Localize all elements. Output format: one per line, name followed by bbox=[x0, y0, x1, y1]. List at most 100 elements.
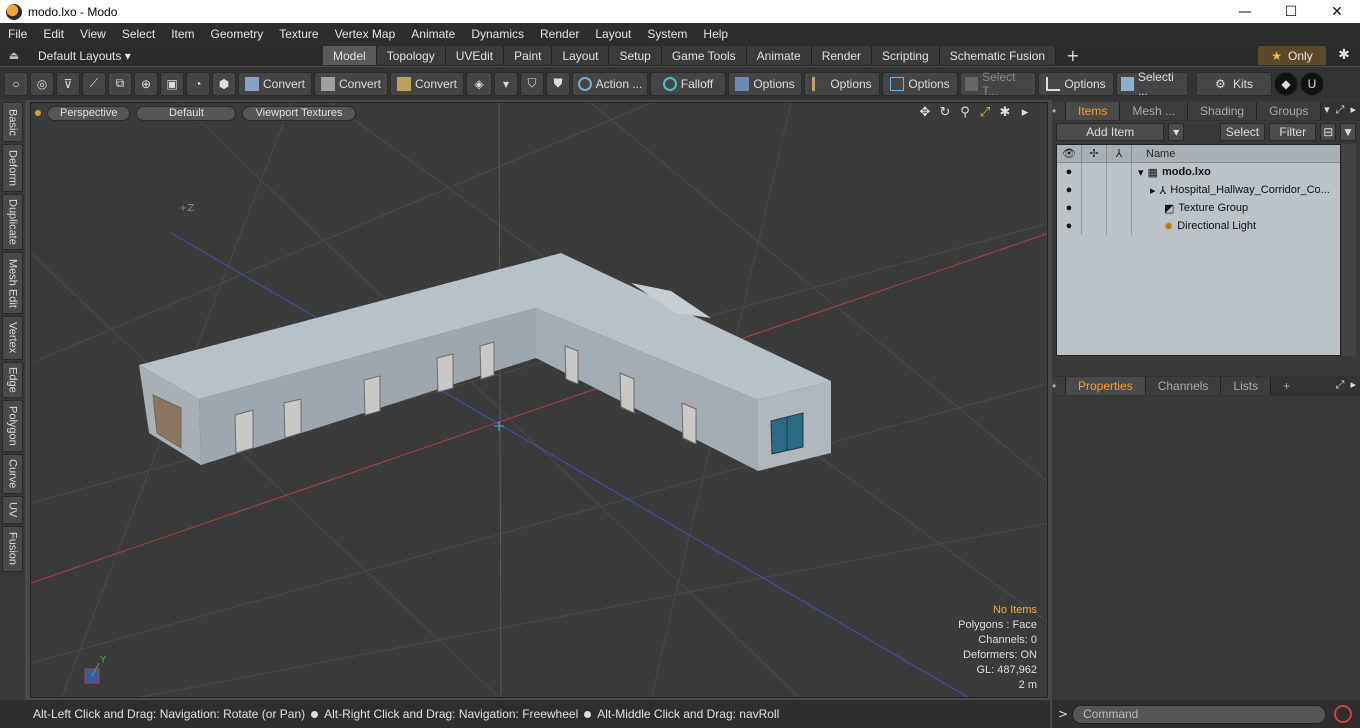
vtab-edge[interactable]: Edge bbox=[2, 362, 23, 398]
eye-icon[interactable]: ● bbox=[1057, 199, 1082, 217]
eye-icon[interactable]: ● bbox=[1057, 181, 1082, 199]
select-centers-icon[interactable]: ▣ bbox=[160, 71, 184, 96]
tab-scripting[interactable]: Scripting bbox=[872, 46, 940, 65]
selection-sets-button[interactable]: Selecti ... bbox=[1116, 70, 1188, 98]
panel-menu-dot[interactable]: • bbox=[1052, 377, 1066, 395]
chevron-right-icon[interactable]: ▸ bbox=[1017, 105, 1033, 120]
vtab-duplicate[interactable]: Duplicate bbox=[2, 194, 23, 250]
add-panel-tab[interactable]: + bbox=[1271, 377, 1302, 395]
list-item[interactable]: ● ◩ Texture Group bbox=[1057, 199, 1340, 217]
select-vertices-icon[interactable]: ○ bbox=[4, 71, 28, 96]
chevron-right-icon[interactable]: ▸ bbox=[1350, 103, 1356, 117]
menu-help[interactable]: Help bbox=[695, 27, 736, 41]
action-center-button[interactable]: Action ... bbox=[572, 71, 648, 96]
lock-header-icon[interactable]: ✢ bbox=[1082, 144, 1107, 163]
vtab-deform[interactable]: Deform bbox=[2, 144, 23, 192]
shield-icon[interactable]: ⬢ bbox=[212, 71, 236, 96]
tab-model[interactable]: Model bbox=[323, 46, 377, 65]
tab-channels[interactable]: Channels bbox=[1145, 377, 1222, 395]
type-header-icon[interactable]: ⅄ bbox=[1107, 144, 1132, 163]
minimize-button[interactable]: — bbox=[1222, 0, 1268, 23]
fit-icon[interactable]: ⤢ bbox=[977, 105, 993, 120]
vtab-uv[interactable]: UV bbox=[2, 496, 23, 524]
falloff-button[interactable]: Falloff bbox=[650, 71, 726, 96]
only-toggle[interactable]: ★ Only bbox=[1258, 46, 1326, 65]
shading-dropdown[interactable]: Default bbox=[136, 105, 237, 121]
tab-properties[interactable]: Properties bbox=[1066, 377, 1146, 395]
convert-polygons-button[interactable]: Convert bbox=[390, 71, 464, 96]
workplane-icon[interactable]: ⛊ bbox=[546, 71, 570, 96]
menu-item[interactable]: Item bbox=[163, 27, 202, 41]
tab-schematic-fusion[interactable]: Schematic Fusion bbox=[939, 46, 1057, 65]
record-macro-icon[interactable] bbox=[1334, 705, 1352, 723]
list-item[interactable]: ● ✹ Directional Light bbox=[1057, 217, 1340, 235]
funnel-icon[interactable]: ▼ bbox=[1340, 123, 1357, 141]
menu-render[interactable]: Render bbox=[532, 27, 587, 41]
workplane-options-button[interactable]: Options bbox=[882, 71, 958, 96]
gear-icon[interactable]: ✱ bbox=[1335, 47, 1353, 65]
zoom-icon[interactable]: ⚲ bbox=[957, 105, 973, 120]
menu-vertex-map[interactable]: Vertex Map bbox=[327, 27, 404, 41]
close-button[interactable]: ✕ bbox=[1314, 0, 1360, 23]
snapping-options-button[interactable]: Options bbox=[804, 71, 880, 96]
tab-items[interactable]: Items bbox=[1066, 102, 1121, 120]
tab-shading[interactable]: Shading bbox=[1188, 102, 1258, 120]
visibility-header-icon[interactable]: 👁 bbox=[1057, 144, 1082, 163]
tab-topology[interactable]: Topology bbox=[376, 46, 446, 65]
chevron-down-icon[interactable]: ▾ bbox=[1324, 103, 1330, 117]
panel-menu-dot[interactable]: • bbox=[1052, 102, 1066, 120]
view-type-dropdown[interactable]: Perspective bbox=[47, 105, 131, 121]
viewport-textures-dropdown[interactable]: Viewport Textures bbox=[242, 105, 356, 121]
tab-lists[interactable]: Lists bbox=[1221, 377, 1272, 395]
name-column-header[interactable]: Name bbox=[1132, 148, 1175, 160]
tab-setup[interactable]: Setup bbox=[609, 46, 662, 65]
command-input[interactable]: Command bbox=[1072, 704, 1326, 724]
tab-animate[interactable]: Animate bbox=[746, 46, 812, 65]
tab-game-tools[interactable]: Game Tools bbox=[661, 46, 747, 65]
expand-arrow-icon[interactable]: ▾ bbox=[1138, 166, 1144, 179]
menu-animate[interactable]: Animate bbox=[403, 27, 463, 41]
unity-icon[interactable]: ◆ bbox=[1274, 71, 1298, 96]
select-items-icon[interactable]: ⟋ bbox=[82, 71, 106, 96]
tab-layout[interactable]: Layout bbox=[552, 46, 610, 65]
snap-icon[interactable]: ⛉ bbox=[520, 71, 544, 96]
vtab-polygon[interactable]: Polygon bbox=[2, 400, 23, 452]
layouts-dropdown[interactable]: Default Layouts ▾ bbox=[28, 49, 323, 63]
kits-button[interactable]: ⚙ Kits bbox=[1196, 71, 1272, 96]
add-item-button[interactable]: Add Item bbox=[1056, 123, 1165, 141]
eye-icon[interactable]: ● bbox=[1057, 217, 1082, 235]
unreal-icon[interactable]: U bbox=[1300, 71, 1324, 96]
tab-paint[interactable]: Paint bbox=[504, 46, 553, 65]
maximize-button[interactable]: ☐ bbox=[1268, 0, 1314, 23]
expand-arrow-icon[interactable]: ▸ bbox=[1150, 184, 1156, 197]
tab-mesh[interactable]: Mesh ... bbox=[1120, 102, 1189, 120]
menu-system[interactable]: System bbox=[639, 27, 695, 41]
item-list-scrollbar[interactable] bbox=[1342, 144, 1356, 356]
vtab-fusion[interactable]: Fusion bbox=[2, 526, 23, 572]
tab-render[interactable]: Render bbox=[811, 46, 873, 65]
item-list[interactable]: 👁 ✢ ⅄ Name ● ▾ ▦ modo.lxo ● ▸ ⅄ Hospital_Hal… bbox=[1056, 144, 1341, 356]
selection-options-button[interactable]: Options bbox=[1038, 71, 1114, 96]
eye-icon[interactable]: ● bbox=[1057, 163, 1082, 181]
vtab-basic[interactable]: Basic bbox=[2, 102, 23, 142]
chevron-right-icon[interactable]: ▸ bbox=[1350, 378, 1356, 392]
vtab-curve[interactable]: Curve bbox=[2, 454, 23, 494]
menu-file[interactable]: File bbox=[0, 27, 35, 41]
select-materials-icon[interactable]: ⧉ bbox=[108, 71, 132, 96]
menu-geometry[interactable]: Geometry bbox=[203, 27, 272, 41]
tab-groups[interactable]: Groups bbox=[1257, 102, 1322, 120]
convert-vertices-button[interactable]: Convert bbox=[238, 71, 312, 96]
expand-icon[interactable]: ⤢ bbox=[1336, 378, 1345, 392]
convert-edges-button[interactable]: Convert bbox=[314, 71, 388, 96]
tab-uvedit[interactable]: UVEdit bbox=[445, 46, 505, 65]
add-item-dropdown[interactable]: ▾ bbox=[1168, 123, 1185, 141]
layouts-eject-icon[interactable]: ⏏ bbox=[0, 49, 28, 62]
menu-layout[interactable]: Layout bbox=[587, 27, 639, 41]
vtab-mesh-edit[interactable]: Mesh Edit bbox=[2, 252, 23, 314]
add-tab-button[interactable]: + bbox=[1056, 46, 1089, 65]
menu-view[interactable]: View bbox=[72, 27, 114, 41]
pan-icon[interactable]: ✥ bbox=[917, 105, 933, 120]
3d-viewport[interactable]: +Z Y Perspective Default Viewport Textur… bbox=[30, 102, 1048, 698]
select-button[interactable]: Select bbox=[1219, 123, 1266, 141]
viewport-menu-dot[interactable] bbox=[35, 110, 41, 116]
